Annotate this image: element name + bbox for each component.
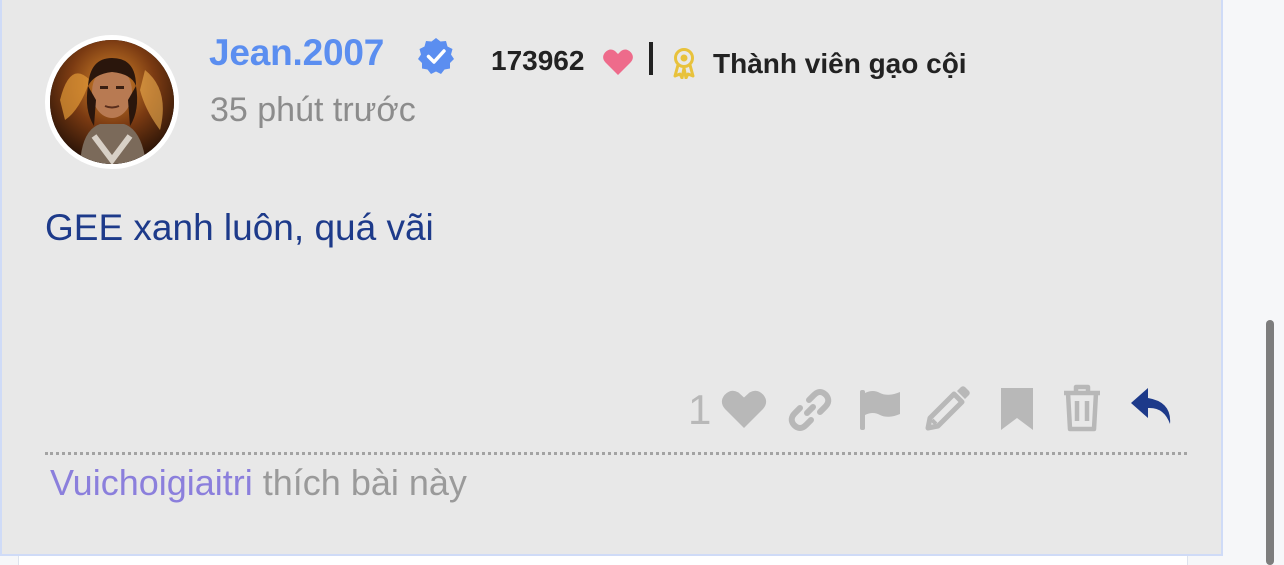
header-divider <box>649 42 653 75</box>
like-count: 1 <box>688 386 712 433</box>
page-scrollbar[interactable] <box>1266 320 1274 565</box>
liked-by-text: thích bài này <box>262 462 467 503</box>
link-icon[interactable] <box>786 386 834 434</box>
edit-icon[interactable] <box>924 386 970 432</box>
author-likes-count: 173962 <box>491 45 585 76</box>
page-gutter <box>1223 0 1284 565</box>
likes-separator <box>45 452 1187 455</box>
heart-icon <box>603 49 633 75</box>
award-icon <box>673 48 695 79</box>
post-timestamp[interactable]: 35 phút trước <box>210 91 416 130</box>
post-content: GEE xanh luôn, quá vãi <box>45 207 434 248</box>
avatar-photo-icon <box>50 40 174 164</box>
liked-by-user[interactable]: Vuichoigiaitri <box>50 462 253 503</box>
reply-icon[interactable] <box>1128 386 1176 428</box>
post-card: Jean.2007 173962 Thành viên gạo cội 35 p… <box>0 0 1223 556</box>
verified-badge-icon <box>418 38 454 74</box>
heart-icon[interactable] <box>720 388 768 430</box>
bookmark-icon[interactable] <box>999 386 1035 432</box>
flag-icon[interactable] <box>858 388 902 432</box>
author-avatar[interactable] <box>45 35 179 169</box>
next-post-card <box>18 556 1188 565</box>
author-rank: Thành viên gạo cội <box>713 48 967 79</box>
author-username[interactable]: Jean.2007 <box>209 32 384 74</box>
page: Jean.2007 173962 Thành viên gạo cội 35 p… <box>0 0 1284 565</box>
trash-icon[interactable] <box>1062 384 1102 432</box>
liked-by-line: Vuichoigiaitri thích bài này <box>50 462 467 504</box>
